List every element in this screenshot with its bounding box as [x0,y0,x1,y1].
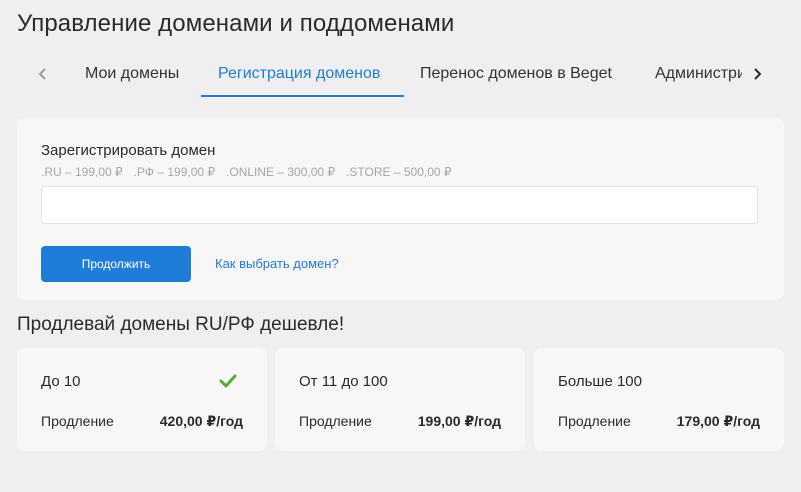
renew-label: Продление [558,413,631,429]
renew-label: Продление [299,413,372,429]
tab-domain-transfer[interactable]: Перенос доменов в Beget [420,56,612,92]
tab-my-domains[interactable]: Мои домены [85,56,179,92]
tabs-next-button[interactable] [747,56,767,92]
tab-domain-registration[interactable]: Регистрация доменов [218,56,380,92]
zone-price-rf: .РФ – 199,00 ₽ [133,165,216,179]
active-tab-indicator [201,95,404,97]
tier-name: Больше 100 [558,373,642,390]
tier-card-11-to-100[interactable]: От 11 до 100 Продление 199,00 ₽/год [275,348,525,451]
register-domain-card: Зарегистрировать домен .RU – 199,00 ₽ .Р… [17,118,784,300]
page-title: Управление доменами и поддоменами [17,10,455,37]
register-title: Зарегистрировать домен [41,142,216,159]
zone-price-store: .STORE – 500,00 ₽ [346,165,452,179]
tier-card-up-to-10[interactable]: До 10 Продление 420,00 ₽/год [17,348,267,451]
chevron-right-icon [754,68,762,80]
how-to-choose-domain-link[interactable]: Как выбрать домен? [215,256,339,271]
tab-administration[interactable]: Администрирование [655,56,742,92]
zone-price-online: .ONLINE – 300,00 ₽ [226,165,336,179]
tier-card-over-100[interactable]: Больше 100 Продление 179,00 ₽/год [534,348,784,451]
renew-price: 199,00 ₽/год [417,413,501,429]
zone-prices: .RU – 199,00 ₽ .РФ – 199,00 ₽ .ONLINE – … [41,165,452,179]
continue-button[interactable]: Продолжить [41,246,191,282]
renew-price: 179,00 ₽/год [676,413,760,429]
renew-label: Продление [41,413,114,429]
tier-name: От 11 до 100 [299,373,388,390]
chevron-left-icon [38,68,46,80]
domain-input[interactable] [41,186,758,224]
zone-price-ru: .RU – 199,00 ₽ [41,165,123,179]
tabs-prev-button[interactable] [33,56,53,92]
tabs-viewport: Мои домены Регистрация доменов Перенос д… [77,56,742,98]
tabs-bar: Мои домены Регистрация доменов Перенос д… [17,56,784,98]
check-icon [219,374,237,388]
tier-name: До 10 [41,373,81,390]
renew-price: 420,00 ₽/год [159,413,243,429]
promo-title: Продлевай домены RU/РФ дешевле! [17,314,345,335]
